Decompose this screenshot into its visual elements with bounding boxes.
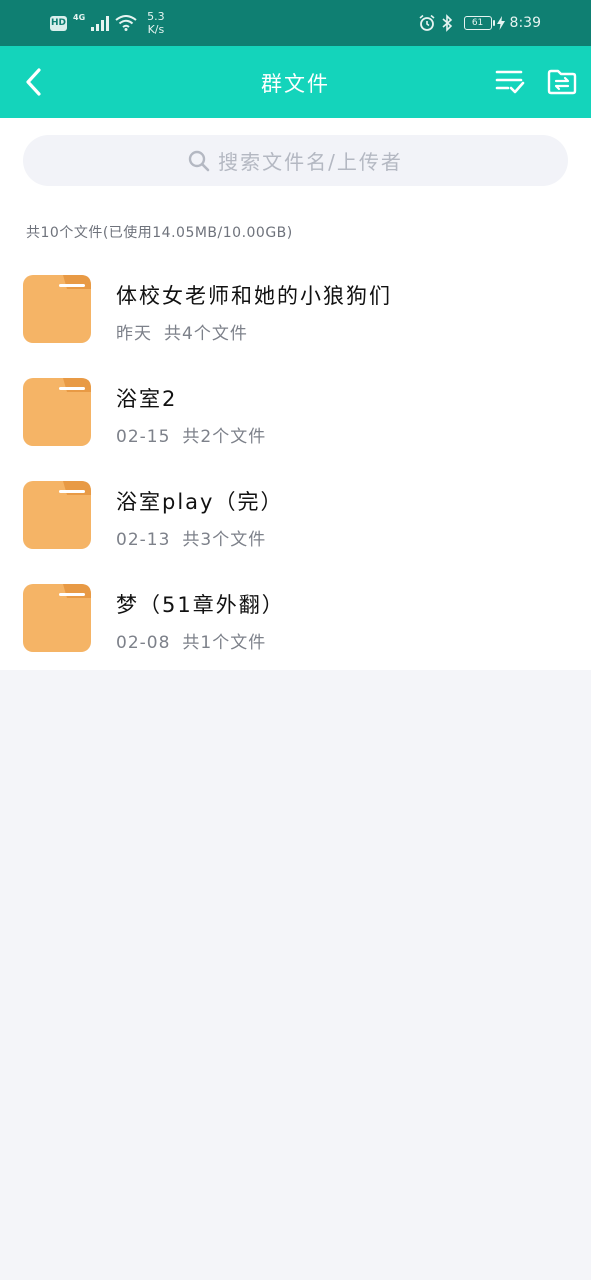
folder-meta: 02-08 共1个文件	[116, 628, 266, 653]
speed-unit: K/s	[147, 23, 165, 36]
network-type: 4G	[73, 12, 86, 22]
folder-transfer-button[interactable]	[544, 64, 580, 100]
folder-meta: 02-13 共3个文件	[116, 525, 266, 550]
charging-icon	[496, 16, 505, 30]
search-input[interactable]: 搜索文件名/上传者	[23, 135, 568, 186]
folder-name: 浴室2	[116, 387, 178, 411]
folder-name: 体校女老师和她的小狼狗们	[116, 284, 392, 308]
search-icon	[188, 150, 210, 171]
wifi-icon	[115, 15, 137, 31]
network-speed: 5.3 K/s	[147, 10, 165, 36]
signal-icon	[91, 16, 110, 31]
folder-date: 02-08	[116, 633, 171, 653]
folder-icon	[23, 275, 91, 343]
folder-meta: 02-15 共2个文件	[116, 422, 266, 447]
file-panel: 搜索文件名/上传者 共10个文件(已使用14.05MB/10.00GB) 体校女…	[0, 118, 591, 670]
storage-summary: 共10个文件(已使用14.05MB/10.00GB)	[26, 225, 293, 241]
folder-count: 共3个文件	[182, 530, 267, 550]
folder-meta: 昨天 共4个文件	[116, 319, 248, 344]
folder-row[interactable]: 梦（51章外翻） 02-08 共1个文件	[0, 565, 591, 668]
folder-icon	[23, 481, 91, 549]
folder-icon	[23, 378, 91, 446]
folder-row[interactable]: 体校女老师和她的小狼狗们 昨天 共4个文件	[0, 256, 591, 359]
folder-name: 梦（51章外翻）	[116, 593, 285, 617]
folder-count: 共2个文件	[182, 427, 267, 447]
battery-indicator: 61	[463, 16, 495, 30]
folder-count: 共4个文件	[164, 324, 248, 344]
bluetooth-icon	[442, 14, 452, 32]
clock: 8:39	[509, 15, 541, 31]
folder-name: 浴室play（完）	[116, 490, 284, 514]
folder-icon	[23, 584, 91, 652]
multi-select-list-icon	[495, 70, 525, 94]
status-right: 61 8:39	[418, 8, 541, 38]
multi-select-button[interactable]	[492, 64, 528, 100]
folder-transfer-icon	[547, 69, 577, 95]
folder-date: 昨天	[116, 324, 152, 344]
folder-row[interactable]: 浴室2 02-15 共2个文件	[0, 359, 591, 462]
alarm-icon	[419, 14, 435, 31]
speed-value: 5.3	[147, 10, 165, 23]
header: 群文件	[0, 46, 591, 118]
folder-date: 02-13	[116, 530, 171, 550]
hd-badge: HD	[50, 15, 67, 31]
folder-list: 体校女老师和她的小狼狗们 昨天 共4个文件 浴室2 02-15 共2个文件 浴室pl…	[0, 256, 591, 668]
status-bar: HD 4G 5.3 K/s 61 8:39	[0, 0, 591, 46]
folder-row[interactable]: 浴室play（完） 02-13 共3个文件	[0, 462, 591, 565]
folder-count: 共1个文件	[182, 633, 267, 653]
folder-date: 02-15	[116, 427, 171, 447]
status-left: HD 4G 5.3 K/s	[50, 8, 165, 38]
search-placeholder: 搜索文件名/上传者	[218, 150, 403, 174]
